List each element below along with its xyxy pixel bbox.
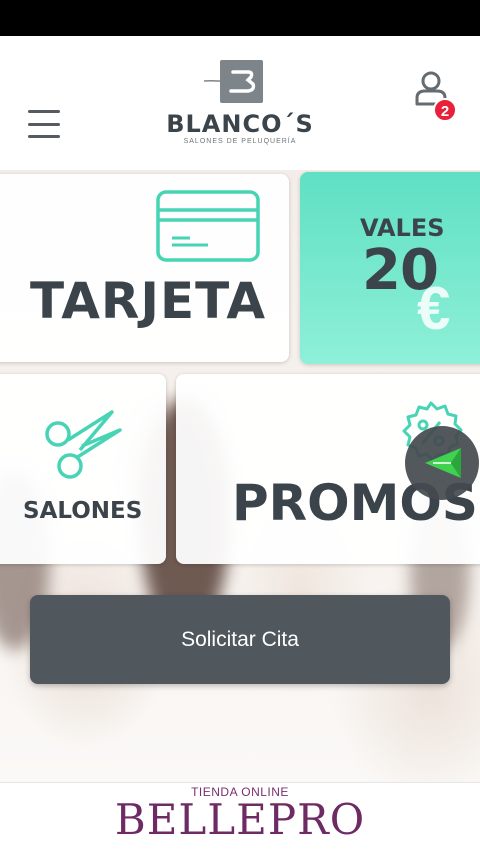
share-button[interactable] [405, 426, 479, 500]
menu-icon-line [28, 135, 60, 138]
shop-banner[interactable]: TIENDA ONLINE BELLEPRO [0, 782, 480, 854]
book-appointment-button[interactable]: Solicitar Cita [30, 595, 450, 684]
salones-title: SALONES [23, 498, 143, 524]
menu-button[interactable] [28, 110, 60, 138]
scissors-icon [45, 410, 122, 479]
salones-card[interactable]: SALONES [0, 374, 166, 564]
brand-logo[interactable]: BLANCO´S SALONES DE PELUQUERÍA [160, 58, 320, 158]
shop-banner-brand: BELLEPRO [114, 795, 366, 844]
notification-badge: 2 [433, 98, 457, 122]
menu-icon-line [28, 110, 60, 113]
credit-card-icon [156, 190, 260, 262]
status-bar [0, 0, 480, 36]
paper-plane-icon [425, 448, 461, 478]
tarjeta-title: TARJETA [30, 272, 267, 330]
tarjeta-card[interactable]: TARJETA [0, 174, 289, 362]
logo-tagline: SALONES DE PELUQUERÍA [183, 138, 297, 145]
app-header: BLANCO´S SALONES DE PELUQUERÍA [0, 36, 480, 170]
logo-name: BLANCO´S [166, 110, 314, 138]
euro-icon: € [417, 275, 451, 342]
vales-card[interactable]: VALES 20 € [300, 172, 480, 364]
logo-swoosh-icon [203, 80, 241, 85]
menu-icon-line [28, 122, 60, 126]
home-content: TARJETA VALES 20 € SALONES PROMOS Solici… [0, 170, 480, 782]
